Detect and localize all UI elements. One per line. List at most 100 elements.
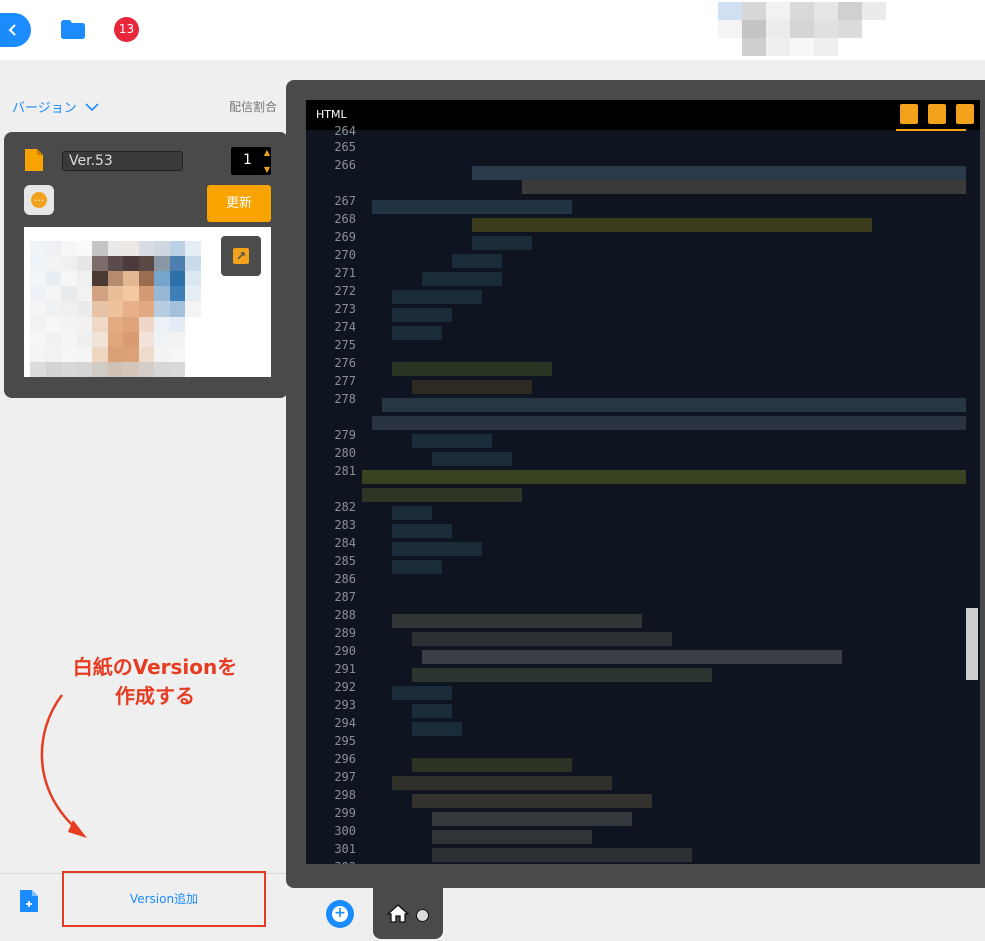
code-line-blurred <box>372 416 966 430</box>
line-number: 302 <box>326 860 356 864</box>
stepper-down-icon[interactable]: ▼ <box>264 165 270 174</box>
copy-icon[interactable] <box>956 104 974 124</box>
image-icon[interactable] <box>900 104 918 124</box>
folder-icon[interactable] <box>61 20 85 39</box>
line-number: 286 <box>334 572 356 586</box>
line-number: 297 <box>334 770 356 784</box>
plus-icon: + <box>332 906 348 922</box>
line-number: 290 <box>334 644 356 658</box>
stepper-up-icon[interactable]: ▲ <box>264 148 270 157</box>
code-line-blurred <box>392 308 452 322</box>
add-button[interactable]: + <box>326 900 354 928</box>
line-number: 285 <box>334 554 356 568</box>
line-number: 274 <box>334 320 356 334</box>
editor-header: HTML <box>306 100 980 131</box>
code-line-blurred <box>412 380 532 394</box>
line-number: 275 <box>334 338 356 352</box>
line-number: 279 <box>334 428 356 442</box>
code-line-blurred <box>382 398 966 412</box>
annotation-arrow <box>40 694 87 838</box>
ratio-value: 1 <box>243 152 252 168</box>
ratio-stepper[interactable]: 1 ▲ ▼ <box>231 147 271 175</box>
code-line-blurred <box>432 452 512 466</box>
back-icon <box>8 24 16 36</box>
code-line-blurred <box>432 812 632 826</box>
more-icon[interactable] <box>416 909 429 922</box>
line-number: 265 <box>334 140 356 154</box>
line-number: 277 <box>334 374 356 388</box>
user-avatar-blurred <box>718 2 886 58</box>
version-name-input[interactable]: Ver.53 <box>62 151 183 171</box>
line-number: 287 <box>334 590 356 604</box>
line-number: 292 <box>334 680 356 694</box>
code-line-blurred <box>422 272 502 286</box>
line-number: 282 <box>334 500 356 514</box>
line-number: 280 <box>334 446 356 460</box>
code-line-blurred <box>412 794 652 808</box>
code-line-blurred <box>362 488 522 502</box>
code-editor[interactable]: HTML 264 265 266 267 268 269 270 271 272 273 274 27… <box>306 100 980 864</box>
version-preview-thumbnail[interactable]: ↗ <box>24 227 271 377</box>
code-line-blurred <box>412 632 672 646</box>
code-line-blurred <box>432 848 692 862</box>
line-number: 295 <box>334 734 356 748</box>
code-line-blurred <box>412 434 492 448</box>
code-line-blurred <box>392 686 452 700</box>
line-number: 291 <box>334 662 356 676</box>
code-line-blurred <box>392 614 642 628</box>
code-line-blurred <box>472 236 532 250</box>
code-line-blurred <box>392 524 452 538</box>
code-line-blurred <box>392 326 442 340</box>
code-line-blurred <box>392 542 482 556</box>
back-button[interactable] <box>0 13 31 47</box>
add-version-button[interactable]: Version追加 <box>62 871 266 927</box>
code-line-blurred <box>392 362 552 376</box>
update-button[interactable]: 更新 <box>207 185 271 222</box>
top-bar: 13 <box>0 0 985 60</box>
line-number: 268 <box>334 212 356 226</box>
document-icon <box>25 149 43 171</box>
code-line-blurred <box>412 722 462 736</box>
add-document-icon[interactable] <box>20 890 38 912</box>
notification-badge[interactable]: 13 <box>114 17 139 42</box>
file-icon[interactable] <box>928 104 946 124</box>
line-number: 288 <box>334 608 356 622</box>
code-line-blurred <box>412 758 572 772</box>
code-line-blurred <box>392 290 482 304</box>
line-number: 278 <box>334 392 356 406</box>
line-number: 284 <box>334 536 356 550</box>
open-preview-button[interactable]: ↗ <box>221 236 261 276</box>
editor-title: HTML <box>316 108 347 121</box>
line-number: 273 <box>334 302 356 316</box>
line-number: 296 <box>334 752 356 766</box>
home-icon <box>387 904 409 923</box>
chevron-down-icon <box>85 103 99 112</box>
home-tab[interactable] <box>373 888 443 939</box>
code-line-blurred <box>392 776 612 790</box>
line-number: 300 <box>334 824 356 838</box>
version-card: Ver.53 1 ▲ ▼ … 更新 ↗ <box>4 132 288 398</box>
code-line-blurred <box>472 166 966 180</box>
line-number: 267 <box>334 194 356 208</box>
code-line-blurred <box>422 650 842 664</box>
code-line-blurred <box>392 506 432 520</box>
editor-scrollbar[interactable] <box>966 608 978 680</box>
line-number: 293 <box>334 698 356 712</box>
line-number: 283 <box>334 518 356 532</box>
version-dropdown[interactable]: バージョン <box>12 97 99 116</box>
code-line-blurred <box>412 704 452 718</box>
line-number: 266 <box>334 158 356 172</box>
code-line-blurred <box>432 830 592 844</box>
toolbar-underline <box>896 129 966 131</box>
version-dropdown-label: バージョン <box>12 101 77 116</box>
line-number: 281 <box>334 464 356 478</box>
code-line-blurred <box>362 470 966 484</box>
line-number: 301 <box>334 842 356 856</box>
line-number: 289 <box>334 626 356 640</box>
code-line-blurred <box>392 560 442 574</box>
code-line-blurred <box>522 180 966 194</box>
line-number: 264 <box>334 124 356 138</box>
more-button[interactable]: … <box>24 185 54 215</box>
line-number: 270 <box>334 248 356 262</box>
line-number: 269 <box>334 230 356 244</box>
